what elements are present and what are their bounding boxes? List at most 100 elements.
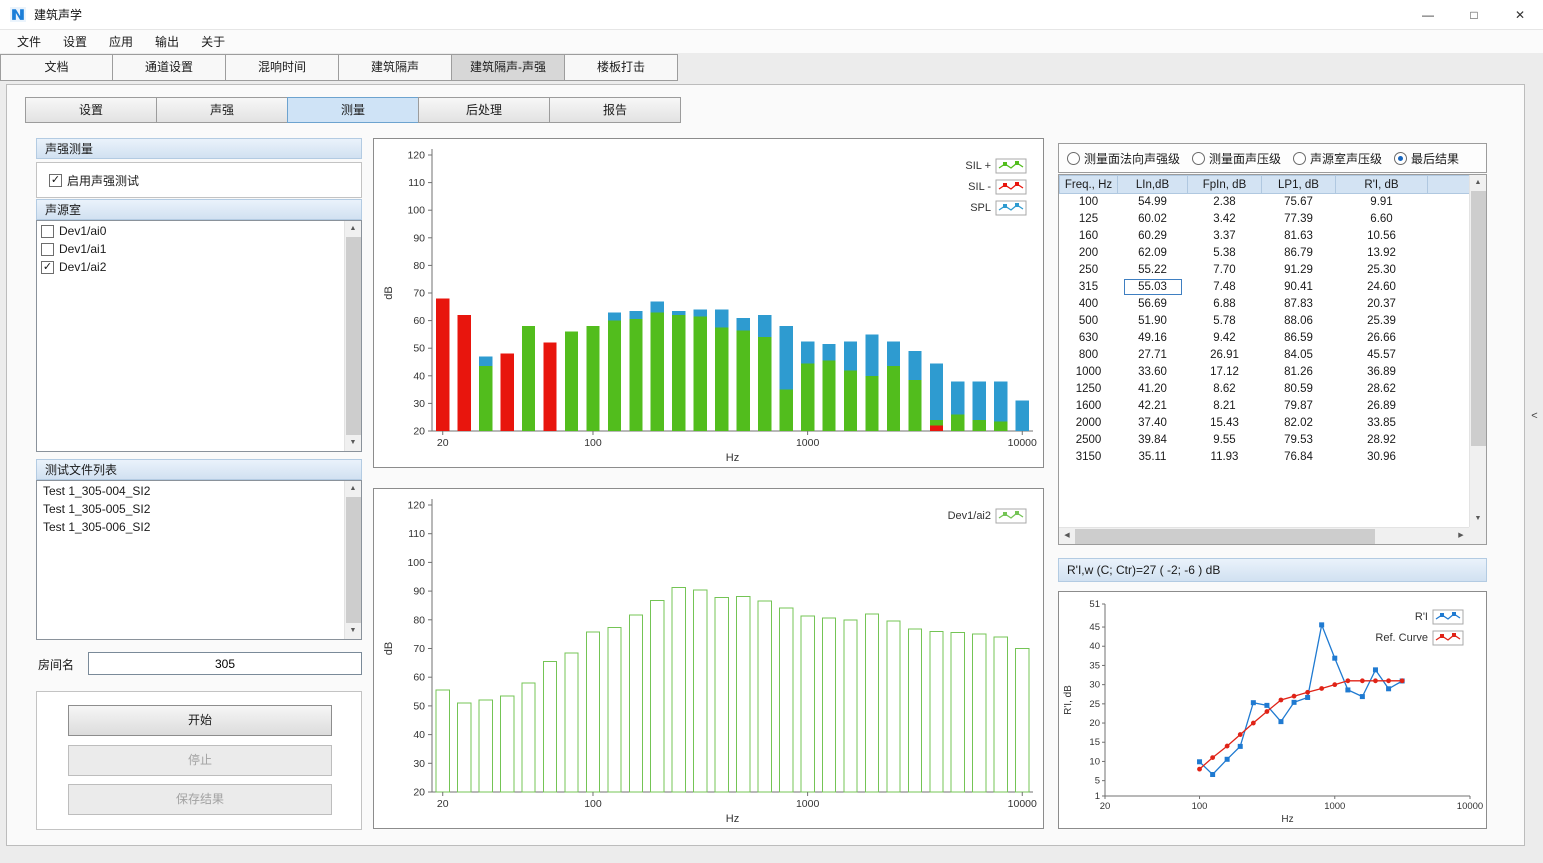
table-cell[interactable]: 55.03	[1118, 279, 1188, 296]
table-cell[interactable]: 28.62	[1336, 381, 1428, 398]
test-file-item[interactable]: Test 1_305-005_SI2	[37, 500, 344, 518]
scroll-thumb[interactable]	[346, 497, 361, 623]
table-cell[interactable]: 6.60	[1336, 211, 1428, 228]
channel-item[interactable]: Dev1/ai1	[37, 240, 344, 258]
table-cell[interactable]: 5.38	[1188, 245, 1262, 262]
table-cell[interactable]: 33.60	[1118, 364, 1188, 381]
table-cell[interactable]: 9.55	[1188, 432, 1262, 449]
sub-tab-4[interactable]: 报告	[549, 97, 681, 123]
table-cell[interactable]	[1428, 262, 1471, 279]
menu-item-3[interactable]: 输出	[144, 30, 190, 53]
table-cell[interactable]	[1428, 415, 1471, 432]
main-tab-4[interactable]: 建筑隔声-声强	[452, 54, 565, 81]
table-row[interactable]: 250039.849.5579.5328.92	[1060, 432, 1471, 449]
table-header-2[interactable]: FpIn, dB	[1188, 176, 1262, 194]
view-option-3[interactable]: 最后结果	[1394, 150, 1459, 167]
table-cell[interactable]: 81.63	[1262, 228, 1336, 245]
table-row[interactable]: 40056.696.8887.8320.37	[1060, 296, 1471, 313]
scroll-up-icon[interactable]: ▲	[345, 481, 361, 497]
channel-list-scrollbar[interactable]: ▲ ▼	[344, 221, 361, 451]
channel-checkbox[interactable]	[41, 243, 54, 256]
table-cell[interactable]: 1250	[1060, 381, 1118, 398]
room-name-input[interactable]	[88, 652, 362, 675]
table-cell[interactable]: 20.37	[1336, 296, 1428, 313]
table-cell[interactable]: 15.43	[1188, 415, 1262, 432]
table-cell[interactable]: 7.48	[1188, 279, 1262, 296]
enable-test-checkbox[interactable]: ✓	[49, 174, 62, 187]
view-option-1[interactable]: 测量面声压级	[1192, 150, 1281, 167]
table-cell[interactable]: 24.60	[1336, 279, 1428, 296]
main-tab-1[interactable]: 通道设置	[113, 54, 226, 81]
table-row[interactable]: 63049.169.4286.5926.66	[1060, 330, 1471, 347]
menu-item-0[interactable]: 文件	[6, 30, 52, 53]
table-cell[interactable]	[1428, 449, 1471, 466]
radio-icon[interactable]	[1394, 152, 1407, 165]
table-cell[interactable]: 400	[1060, 296, 1118, 313]
table-cell[interactable]: 42.21	[1118, 398, 1188, 415]
scroll-down-icon[interactable]: ▼	[1470, 511, 1486, 527]
table-vertical-scrollbar[interactable]: ▲ ▼	[1469, 175, 1486, 527]
test-file-item[interactable]: Test 1_305-004_SI2	[37, 482, 344, 500]
table-cell[interactable]: 800	[1060, 347, 1118, 364]
table-cell[interactable]: 62.09	[1118, 245, 1188, 262]
table-cell[interactable]	[1428, 228, 1471, 245]
radio-icon[interactable]	[1192, 152, 1205, 165]
table-cell[interactable]: 55.22	[1118, 262, 1188, 279]
menu-item-2[interactable]: 应用	[98, 30, 144, 53]
table-row[interactable]: 12560.023.4277.396.60	[1060, 211, 1471, 228]
table-cell[interactable]: 26.89	[1336, 398, 1428, 415]
table-cell[interactable]	[1428, 245, 1471, 262]
channel-item[interactable]: ✓Dev1/ai2	[37, 258, 344, 276]
table-cell[interactable]: 17.12	[1188, 364, 1262, 381]
table-cell[interactable]: 1000	[1060, 364, 1118, 381]
selected-cell[interactable]: 55.03	[1124, 279, 1182, 295]
table-header-0[interactable]: Freq., Hz	[1060, 176, 1118, 194]
table-cell[interactable]: 79.87	[1262, 398, 1336, 415]
table-row[interactable]: 200037.4015.4382.0233.85	[1060, 415, 1471, 432]
table-cell[interactable]	[1428, 398, 1471, 415]
maximize-button[interactable]: □	[1451, 0, 1497, 29]
channel-checkbox[interactable]	[41, 225, 54, 238]
table-cell[interactable]: 3.42	[1188, 211, 1262, 228]
table-row[interactable]: 25055.227.7091.2925.30	[1060, 262, 1471, 279]
table-cell[interactable]: 3150	[1060, 449, 1118, 466]
file-list-scrollbar[interactable]: ▲ ▼	[344, 481, 361, 639]
table-cell[interactable]: 500	[1060, 313, 1118, 330]
table-cell[interactable]: 2000	[1060, 415, 1118, 432]
table-cell[interactable]: 200	[1060, 245, 1118, 262]
table-cell[interactable]: 315	[1060, 279, 1118, 296]
table-cell[interactable]: 26.91	[1188, 347, 1262, 364]
table-header-4[interactable]: R'I, dB	[1336, 176, 1428, 194]
table-row[interactable]: 100033.6017.1281.2636.89	[1060, 364, 1471, 381]
table-row[interactable]: 16060.293.3781.6310.56	[1060, 228, 1471, 245]
main-tab-3[interactable]: 建筑隔声	[339, 54, 452, 81]
radio-icon[interactable]	[1067, 152, 1080, 165]
table-cell[interactable]: 2.38	[1188, 194, 1262, 211]
table-cell[interactable]: 76.84	[1262, 449, 1336, 466]
table-cell[interactable]: 30.96	[1336, 449, 1428, 466]
table-cell[interactable]: 91.29	[1262, 262, 1336, 279]
table-cell[interactable]: 6.88	[1188, 296, 1262, 313]
scroll-up-icon[interactable]: ▲	[345, 221, 361, 237]
table-row[interactable]: 10054.992.3875.679.91	[1060, 194, 1471, 211]
table-cell[interactable]: 13.92	[1336, 245, 1428, 262]
view-option-0[interactable]: 测量面法向声强级	[1067, 150, 1180, 167]
table-row[interactable]: 125041.208.6280.5928.62	[1060, 381, 1471, 398]
table-cell[interactable]: 160	[1060, 228, 1118, 245]
table-cell[interactable]: 3.37	[1188, 228, 1262, 245]
table-cell[interactable]: 41.20	[1118, 381, 1188, 398]
table-cell[interactable]	[1428, 194, 1471, 211]
table-cell[interactable]: 75.67	[1262, 194, 1336, 211]
close-button[interactable]: ✕	[1497, 0, 1543, 29]
channel-item[interactable]: Dev1/ai0	[37, 222, 344, 240]
minimize-button[interactable]: —	[1405, 0, 1451, 29]
table-cell[interactable]: 90.41	[1262, 279, 1336, 296]
table-row[interactable]: 315035.1111.9376.8430.96	[1060, 449, 1471, 466]
table-cell[interactable]: 250	[1060, 262, 1118, 279]
table-cell[interactable]: 27.71	[1118, 347, 1188, 364]
table-cell[interactable]: 10.56	[1336, 228, 1428, 245]
table-cell[interactable]: 51.90	[1118, 313, 1188, 330]
sub-tab-2[interactable]: 测量	[287, 97, 419, 123]
table-cell[interactable]: 8.62	[1188, 381, 1262, 398]
table-cell[interactable]: 86.79	[1262, 245, 1336, 262]
